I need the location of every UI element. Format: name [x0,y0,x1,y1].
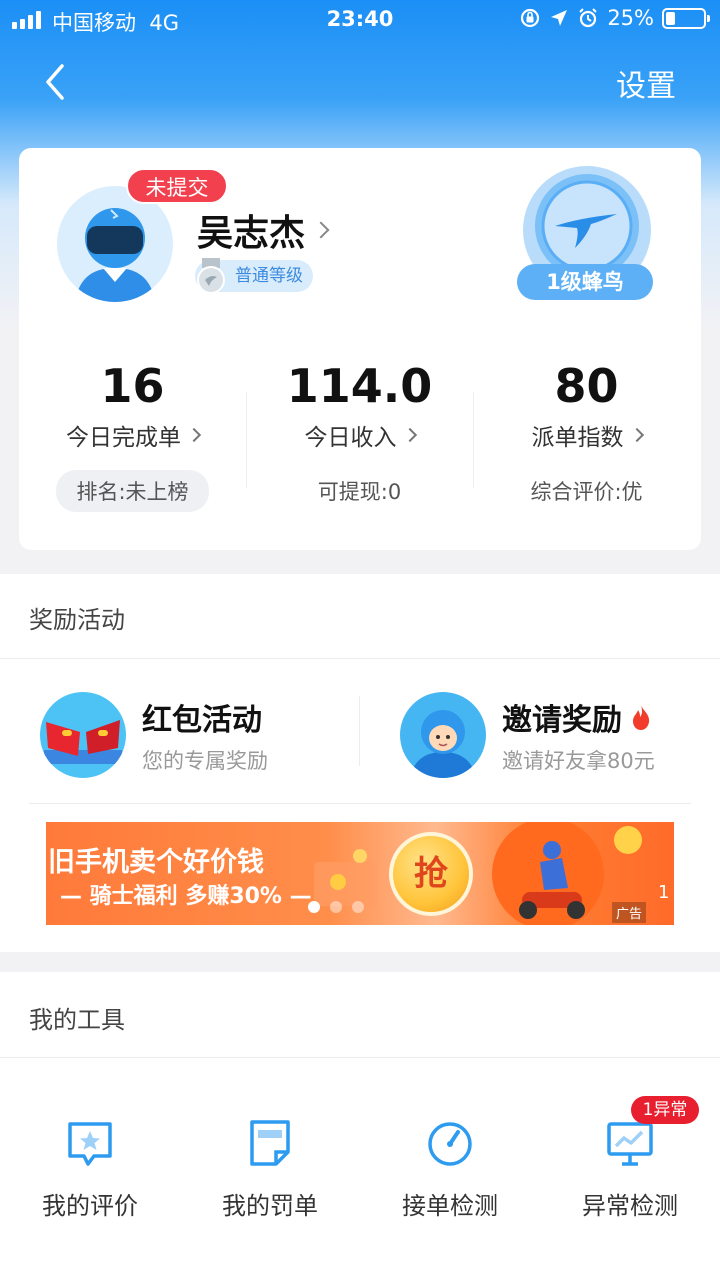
carousel-dots [308,901,364,913]
submission-status-badge: 未提交 [126,168,228,204]
ad-label: 广告 [611,902,646,923]
divider [359,696,360,766]
status-bar: 中国移动 4G 23:40 25% [0,0,720,40]
tools-section-title: 我的工具 [29,1006,125,1034]
stat-value: 80 [554,359,619,413]
alarm-icon [579,8,598,28]
battery-percent: 25% [607,6,654,30]
red-envelope-icon [40,692,126,778]
invite-reward-activity[interactable]: 邀请奖励 邀请好友拿80元 [400,692,655,778]
back-arrow-icon[interactable] [38,62,74,102]
divider [0,658,720,659]
stat-label: 今日完成单 [66,425,181,451]
battery-icon [662,7,710,29]
stat-label: 今日收入 [304,425,397,451]
stat-income[interactable]: 114.0 今日收入 可提现:0 [246,360,473,506]
withdrawable-text: 可提现:0 [317,480,402,504]
tool-anomaly-check[interactable]: 异常检测 [540,1118,720,1221]
ad-banner[interactable]: 旧手机卖个好价钱 — 骑士福利 多赚30% — 抢 1 广告 [46,822,674,925]
tool-my-tickets[interactable]: 我的罚单 [180,1118,360,1221]
rider-avatar-icon [400,692,486,778]
promo-subtitle: 您的专属奖励 [142,749,268,773]
divider [29,803,691,804]
stats-row: 16 今日完成单 排名:未上榜 114.0 今日收入 可提现:0 80 派单指数… [19,360,701,512]
chevron-right-icon [402,427,417,443]
fire-icon [633,705,650,730]
stat-value: 16 [100,359,165,413]
promo-title: 红包活动 [142,703,262,738]
banner-title: 旧手机卖个好价钱 [48,847,264,878]
monitor-icon [607,1122,653,1166]
tool-order-check[interactable]: 接单检测 [360,1118,540,1221]
chevron-right-icon [629,427,644,443]
chevron-right-icon [312,221,330,239]
stat-dispatch-index[interactable]: 80 派单指数 综合评价:优 [473,360,700,506]
promo-subtitle: 邀请好友拿80元 [502,749,655,773]
overall-rating-text: 综合评价:优 [530,480,643,504]
svg-text:1: 1 [658,882,669,903]
stat-completed-orders[interactable]: 16 今日完成单 排名:未上榜 [19,360,246,512]
anomaly-count-badge: 1异常 [631,1096,699,1124]
profile-name-link[interactable]: 吴志杰 [197,204,330,256]
promo-title: 邀请奖励 [502,703,622,738]
location-icon [551,10,568,26]
tool-label: 异常检测 [582,1192,678,1220]
stat-value: 114.0 [286,359,433,413]
rank-label: 1级蜂鸟 [517,264,653,300]
tool-my-reviews[interactable]: 我的评价 [0,1118,180,1221]
chevron-right-icon [186,427,202,443]
banner-subtitle: — 骑士福利 多赚30% — [60,884,312,909]
stat-label: 派单指数 [531,425,624,451]
rewards-section-title: 奖励活动 [29,606,125,634]
settings-button[interactable]: 设置 [616,61,676,105]
profile-card: 未提交 吴志杰 普通等级 1级蜂鸟 16 今日完成单 排名:未上榜 114.0 … [19,148,701,550]
ticket-icon [250,1120,290,1166]
tool-label: 接单检测 [402,1192,498,1220]
rider-name: 吴志杰 [197,213,306,254]
gauge-icon [428,1122,472,1166]
tool-label: 我的评价 [42,1192,138,1220]
divider [0,1057,720,1058]
medal-icon [197,258,225,294]
star-chat-icon [68,1122,112,1166]
rotation-lock-icon [521,8,540,28]
tool-label: 我的罚单 [222,1192,318,1220]
red-envelope-activity[interactable]: 红包活动 您的专属奖励 [40,692,268,778]
ranking-pill: 排名:未上榜 [56,470,209,512]
grab-button[interactable]: 抢 [389,832,473,916]
